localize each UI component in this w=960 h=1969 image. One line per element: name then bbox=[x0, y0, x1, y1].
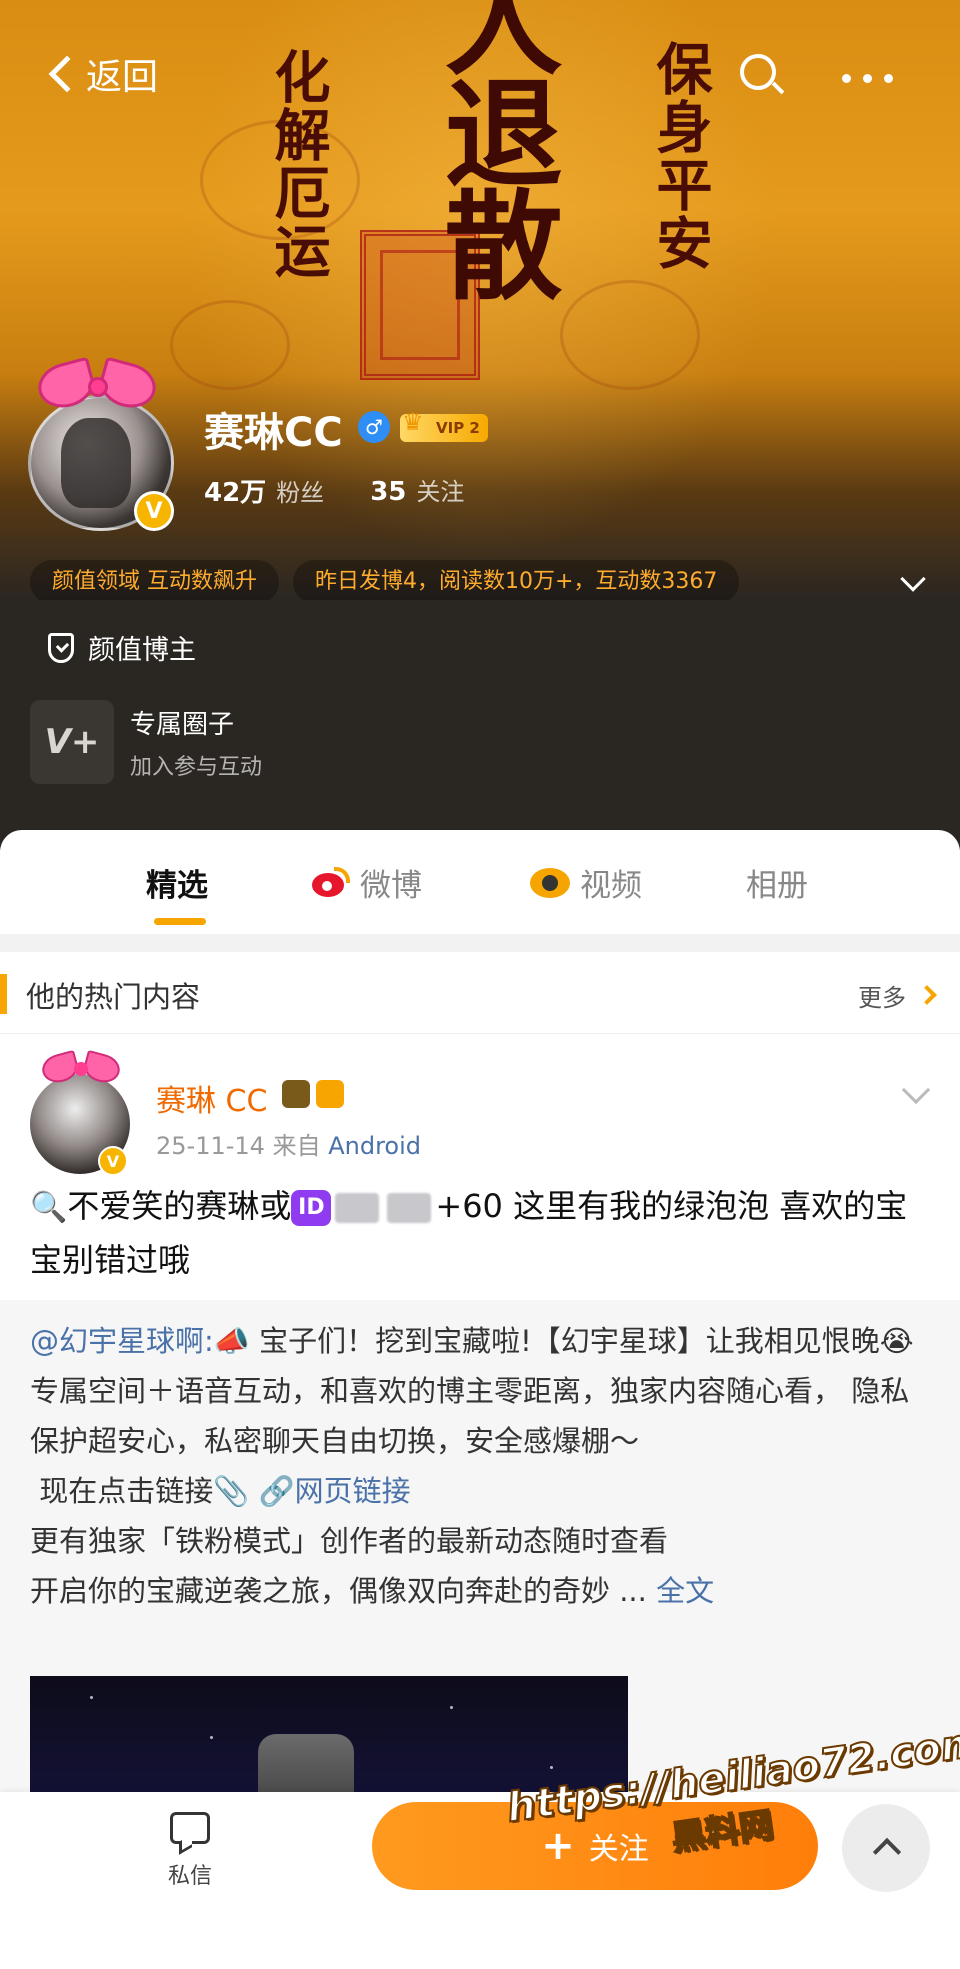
hot-content-header: 他的热门内容 更多 bbox=[0, 952, 960, 1034]
followers-count: 42万 bbox=[204, 478, 267, 508]
following-stat[interactable]: 35 关注 bbox=[370, 472, 464, 509]
chevron-down-icon[interactable] bbox=[900, 566, 926, 592]
tab-album-label: 相册 bbox=[746, 868, 808, 904]
achievement-chips: 颜值领域 互动数飙升 昨日发博4，阅读数10万+，互动数3367 bbox=[30, 560, 740, 600]
post-text-part1: 不爱笑的赛琳或 bbox=[67, 1187, 292, 1225]
active-tab-indicator bbox=[154, 918, 206, 925]
message-button[interactable]: 私信 bbox=[150, 1812, 230, 1890]
following-label: 关注 bbox=[416, 478, 465, 506]
crown-icon: ♛ bbox=[402, 408, 424, 436]
cover-swirl bbox=[170, 300, 290, 390]
post-author-name[interactable]: 赛琳 CC bbox=[156, 1076, 267, 1120]
shield-icon bbox=[48, 632, 74, 663]
repost-line3: 更有独家「铁粉模式」创作者的最新动态随时查看 bbox=[30, 1524, 669, 1558]
profile-cover: 化解厄运 保身平安 人退散 返回 V 赛琳CC ♂ ♛ VIP 2 42万 粉丝 … bbox=[0, 0, 960, 600]
pink-bow-icon bbox=[38, 1048, 124, 1088]
v-plus-icon: V+ bbox=[30, 700, 114, 784]
chip-yesterday-stats[interactable]: 昨日发博4，阅读数10万+，互动数3367 bbox=[293, 560, 740, 600]
repost-text: @幻宇星球啊:📣 宝子们！挖到宝藏啦!【幻宇星球】让我相见恨晚😭 专属空间＋语音… bbox=[30, 1316, 930, 1616]
tab-album[interactable]: 相册 bbox=[746, 860, 808, 905]
feed-post[interactable]: V 赛琳 CC 25-11-14 来自 Android 🔍不爱笑的赛琳或 ID +6… bbox=[0, 1034, 960, 1300]
section-divider bbox=[0, 934, 960, 952]
exclusive-circle-card[interactable]: V+ 专属圈子 加入参与互动 bbox=[30, 700, 262, 784]
circle-title: 专属圈子 bbox=[130, 709, 235, 740]
chip-beauty-domain[interactable]: 颜值领域 互动数飙升 bbox=[30, 560, 279, 600]
web-link[interactable]: 🔗网页链接 bbox=[259, 1474, 411, 1508]
back-label: 返回 bbox=[86, 57, 159, 98]
followers-stat[interactable]: 42万 粉丝 bbox=[204, 472, 324, 509]
chat-bubble-icon bbox=[170, 1812, 210, 1844]
post-date: 25-11-14 bbox=[156, 1132, 265, 1160]
member-badge-icon bbox=[316, 1080, 344, 1108]
tab-featured-label: 精选 bbox=[146, 868, 208, 904]
tab-weibo[interactable]: 微博 bbox=[310, 860, 422, 905]
weibo-icon bbox=[310, 866, 350, 899]
creator-tag-label: 颜值博主 bbox=[88, 635, 196, 666]
pink-bow-icon bbox=[32, 353, 162, 423]
profile-info-panel: 颜值博主 V+ 专属圈子 加入参与互动 bbox=[0, 600, 960, 850]
magnifier-emoji-icon: 🔍 bbox=[30, 1190, 68, 1225]
profile-stats: 42万 粉丝 35 关注 bbox=[204, 472, 464, 509]
post-source-prefix: 来自 bbox=[272, 1132, 321, 1160]
post-source: Android bbox=[328, 1132, 422, 1160]
following-count: 35 bbox=[370, 477, 407, 507]
cover-swirl bbox=[560, 280, 700, 390]
post-options-chevron-icon[interactable] bbox=[901, 1075, 931, 1105]
repost-line2: 现在点击链接📎 bbox=[39, 1474, 250, 1508]
hot-content-title: 他的热门内容 bbox=[26, 980, 201, 1014]
profile-name: 赛琳CC bbox=[204, 410, 343, 456]
profile-avatar[interactable]: V bbox=[28, 356, 178, 535]
back-chevron-icon bbox=[48, 55, 86, 93]
blurred-text bbox=[387, 1193, 432, 1223]
back-button[interactable]: 返回 bbox=[44, 48, 158, 100]
post-text: 🔍不爱笑的赛琳或 ID +60 这里有我的绿泡泡 喜欢的宝宝别错过哦 bbox=[30, 1180, 930, 1286]
tab-video-label: 视频 bbox=[580, 868, 642, 904]
more-link[interactable]: 更多 bbox=[858, 978, 906, 1013]
repost-line4: 开启你的宝藏逆袭之旅，偶像双向奔赴的奇妙 ... bbox=[30, 1574, 647, 1608]
link-icon: 🔗 bbox=[258, 1474, 295, 1508]
fan-badge-icon bbox=[282, 1080, 310, 1108]
id-emoji-icon: ID bbox=[291, 1190, 332, 1226]
vip-badge[interactable]: ♛ VIP 2 bbox=[400, 408, 488, 442]
post-meta: 25-11-14 来自 Android bbox=[156, 1126, 421, 1161]
tab-video[interactable]: 视频 bbox=[530, 860, 642, 905]
circle-subtitle: 加入参与互动 bbox=[130, 754, 263, 780]
video-icon bbox=[530, 866, 570, 900]
top-bar: 返回 bbox=[0, 40, 960, 120]
message-label: 私信 bbox=[167, 1864, 212, 1889]
search-icon[interactable] bbox=[740, 54, 785, 98]
blurred-text bbox=[335, 1193, 380, 1223]
tab-weibo-label: 微博 bbox=[360, 868, 422, 904]
full-text-link[interactable]: 全文 bbox=[656, 1574, 714, 1608]
section-accent-bar bbox=[0, 974, 7, 1014]
verified-badge-icon: V bbox=[134, 491, 174, 531]
repost-mention[interactable]: @幻宇星球啊: bbox=[30, 1324, 214, 1358]
reposted-content[interactable]: @幻宇星球啊:📣 宝子们！挖到宝藏啦!【幻宇星球】让我相见恨晚😭 专属空间＋语音… bbox=[0, 1300, 960, 1800]
chevron-right-icon[interactable] bbox=[917, 985, 937, 1005]
more-dots-icon[interactable] bbox=[842, 74, 893, 83]
app-icon bbox=[258, 1734, 354, 1800]
gender-male-icon: ♂ bbox=[358, 411, 390, 443]
verified-badge-icon: V bbox=[98, 1146, 128, 1176]
web-link-label: 网页链接 bbox=[294, 1474, 411, 1508]
author-badges bbox=[282, 1080, 344, 1108]
profile-tabs: 精选 微博 视频 相册 bbox=[0, 830, 960, 934]
tab-featured[interactable]: 精选 bbox=[146, 860, 208, 905]
creator-tag[interactable]: 颜值博主 bbox=[48, 628, 196, 667]
followers-label: 粉丝 bbox=[276, 479, 325, 507]
vip-label: VIP 2 bbox=[436, 419, 480, 437]
